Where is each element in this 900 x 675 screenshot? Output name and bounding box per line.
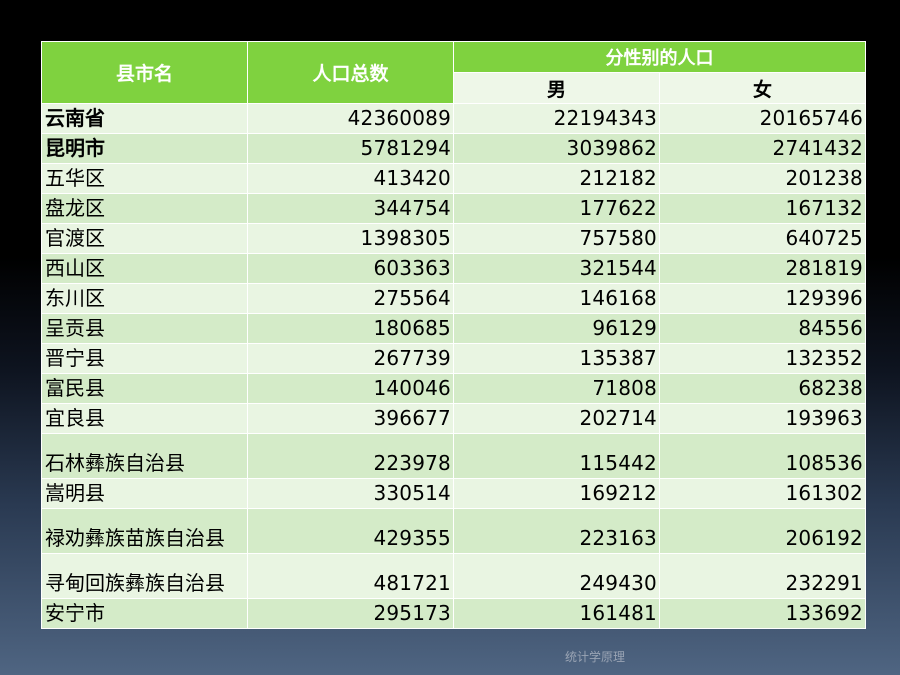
cell-female: 167132 [659, 193, 866, 224]
cell-county-name: 富民县 [41, 373, 248, 404]
cell-county-name: 昆明市 [41, 133, 248, 164]
cell-county-name: 西山区 [41, 253, 248, 284]
table-body: 云南省 42360089 22194343 20165746 昆明市 5781294 303… [41, 103, 866, 629]
table-row: 昆明市 5781294 3039862 2741432 [41, 133, 866, 164]
table-row: 安宁市 295173 161481 133692 [41, 598, 866, 629]
table-row: 富民县 140046 71808 68238 [41, 373, 866, 404]
cell-county-name: 盘龙区 [41, 193, 248, 224]
cell-male: 96129 [453, 313, 660, 344]
cell-male: 71808 [453, 373, 660, 404]
cell-county-name: 呈贡县 [41, 313, 248, 344]
cell-total: 5781294 [247, 133, 454, 164]
table-row: 云南省 42360089 22194343 20165746 [41, 103, 866, 134]
header-female: 女 [659, 72, 866, 104]
cell-county-name: 官渡区 [41, 223, 248, 254]
cell-male: 249430 [453, 553, 660, 599]
header-county: 县市名 [41, 41, 248, 104]
table-row: 禄劝彝族苗族自治县 429355 223163 206192 [41, 508, 866, 554]
cell-county-name: 宜良县 [41, 403, 248, 434]
cell-female: 20165746 [659, 103, 866, 134]
cell-male: 161481 [453, 598, 660, 629]
table-row: 宜良县 396677 202714 193963 [41, 403, 866, 434]
cell-county-name: 石林彝族自治县 [41, 433, 248, 479]
table-row: 呈贡县 180685 96129 84556 [41, 313, 866, 344]
cell-female: 206192 [659, 508, 866, 554]
cell-total: 295173 [247, 598, 454, 629]
cell-female: 2741432 [659, 133, 866, 164]
footer-caption: 统计学原理 [564, 650, 625, 664]
cell-male: 757580 [453, 223, 660, 254]
cell-total: 223978 [247, 433, 454, 479]
table-row: 五华区 413420 212182 201238 [41, 163, 866, 194]
table-row: 盘龙区 344754 177622 167132 [41, 193, 866, 224]
cell-county-name: 晋宁县 [41, 343, 248, 374]
cell-female: 232291 [659, 553, 866, 599]
cell-total: 140046 [247, 373, 454, 404]
cell-female: 201238 [659, 163, 866, 194]
cell-female: 108536 [659, 433, 866, 479]
cell-male: 321544 [453, 253, 660, 284]
cell-total: 344754 [247, 193, 454, 224]
cell-total: 481721 [247, 553, 454, 599]
cell-county-name: 禄劝彝族苗族自治县 [41, 508, 248, 554]
cell-total: 42360089 [247, 103, 454, 134]
cell-male: 212182 [453, 163, 660, 194]
population-table-container: 县市名 人口总数 分性别的人口 男 女 云南省 42360089 22194343 2… [41, 41, 866, 629]
cell-total: 1398305 [247, 223, 454, 254]
cell-total: 429355 [247, 508, 454, 554]
cell-male: 169212 [453, 478, 660, 509]
cell-total: 275564 [247, 283, 454, 314]
cell-male: 115442 [453, 433, 660, 479]
table-row: 晋宁县 267739 135387 132352 [41, 343, 866, 374]
table-row: 官渡区 1398305 757580 640725 [41, 223, 866, 254]
header-male: 男 [453, 72, 660, 104]
cell-male: 202714 [453, 403, 660, 434]
cell-male: 146168 [453, 283, 660, 314]
cell-total: 330514 [247, 478, 454, 509]
cell-female: 84556 [659, 313, 866, 344]
table-row: 寻甸回族彝族自治县 481721 249430 232291 [41, 553, 866, 599]
cell-total: 603363 [247, 253, 454, 284]
cell-county-name: 嵩明县 [41, 478, 248, 509]
cell-total: 396677 [247, 403, 454, 434]
cell-female: 161302 [659, 478, 866, 509]
table-header: 县市名 人口总数 分性别的人口 男 女 [41, 41, 866, 104]
cell-female: 193963 [659, 403, 866, 434]
cell-male: 177622 [453, 193, 660, 224]
cell-female: 129396 [659, 283, 866, 314]
table-row: 东川区 275564 146168 129396 [41, 283, 866, 314]
cell-male: 3039862 [453, 133, 660, 164]
cell-female: 132352 [659, 343, 866, 374]
table-row: 嵩明县 330514 169212 161302 [41, 478, 866, 509]
table-row: 西山区 603363 321544 281819 [41, 253, 866, 284]
header-total: 人口总数 [247, 41, 454, 104]
cell-total: 413420 [247, 163, 454, 194]
cell-female: 68238 [659, 373, 866, 404]
cell-male: 22194343 [453, 103, 660, 134]
cell-county-name: 寻甸回族彝族自治县 [41, 553, 248, 599]
cell-county-name: 东川区 [41, 283, 248, 314]
cell-female: 281819 [659, 253, 866, 284]
cell-total: 180685 [247, 313, 454, 344]
cell-male: 135387 [453, 343, 660, 374]
cell-female: 133692 [659, 598, 866, 629]
cell-female: 640725 [659, 223, 866, 254]
cell-county-name: 安宁市 [41, 598, 248, 629]
header-by-gender: 分性别的人口 [453, 41, 866, 73]
cell-county-name: 五华区 [41, 163, 248, 194]
table-row: 石林彝族自治县 223978 115442 108536 [41, 433, 866, 479]
cell-male: 223163 [453, 508, 660, 554]
cell-total: 267739 [247, 343, 454, 374]
cell-county-name: 云南省 [41, 103, 248, 134]
population-table: 县市名 人口总数 分性别的人口 男 女 云南省 42360089 22194343 2… [41, 41, 866, 629]
